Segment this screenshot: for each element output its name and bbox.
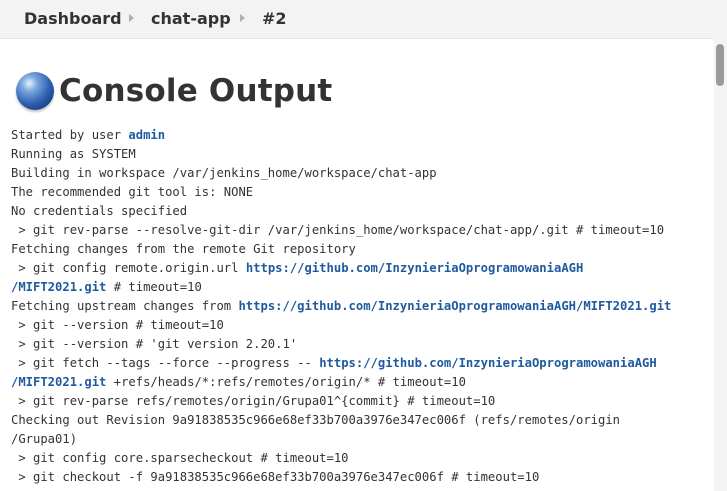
console-link[interactable]: /MIFT2021.git bbox=[11, 280, 106, 294]
console-link[interactable]: https://github.com/InzynieriaOprogramowa… bbox=[319, 356, 657, 370]
breadcrumb-build-2[interactable]: #2 bbox=[262, 9, 287, 28]
console-link[interactable]: /MIFT2021.git bbox=[11, 375, 106, 389]
console-text: /Grupa01) bbox=[11, 432, 78, 446]
vertical-scrollbar[interactable] bbox=[714, 38, 727, 491]
breadcrumb-dashboard[interactable]: Dashboard bbox=[24, 9, 122, 28]
console-line: Fetching changes from the remote Git rep… bbox=[11, 240, 711, 259]
console-link[interactable]: admin bbox=[128, 128, 165, 142]
console-text: > git checkout -f 9a91838535c966e68ef33b… bbox=[11, 470, 540, 484]
console-ball-icon bbox=[16, 72, 54, 110]
console-line: > git --version # 'git version 2.20.1' bbox=[11, 335, 711, 354]
breadcrumb: Dashboard chat-app #2 bbox=[0, 0, 727, 39]
breadcrumb-chat-app[interactable]: chat-app bbox=[151, 9, 231, 28]
console-text: +refs/heads/*:refs/remotes/origin/* # ti… bbox=[106, 375, 466, 389]
console-text: Fetching changes from the remote Git rep… bbox=[11, 242, 356, 256]
console-text: > git rev-parse --resolve-git-dir /var/j… bbox=[11, 223, 665, 237]
console-line: Building in workspace /var/jenkins_home/… bbox=[11, 164, 711, 183]
breadcrumb-separator-icon bbox=[129, 14, 134, 22]
console-text: # timeout=10 bbox=[106, 280, 202, 294]
console-line: Running as SYSTEM bbox=[11, 145, 711, 164]
console-line: No credentials specified bbox=[11, 202, 711, 221]
console-text: Running as SYSTEM bbox=[11, 147, 136, 161]
console-text: > git --version # 'git version 2.20.1' bbox=[11, 337, 298, 351]
scrollbar-thumb[interactable] bbox=[716, 44, 724, 86]
console-line: The recommended git tool is: NONE bbox=[11, 183, 711, 202]
console-text: > git config remote.origin.url bbox=[11, 261, 246, 275]
console-line: > git --version # timeout=10 bbox=[11, 316, 711, 335]
console-text: Building in workspace /var/jenkins_home/… bbox=[11, 166, 437, 180]
console-line: > git config remote.origin.url https://g… bbox=[11, 259, 711, 278]
console-line: Fetching upstream changes from https://g… bbox=[11, 297, 711, 316]
console-text: Checking out Revision 9a91838535c966e68e… bbox=[11, 413, 621, 427]
breadcrumb-separator-icon bbox=[240, 14, 245, 22]
console-line: Started by user admin bbox=[11, 126, 711, 145]
console-line: > git fetch --tags --force --progress --… bbox=[11, 354, 711, 373]
console-line: > git rev-parse refs/remotes/origin/Grup… bbox=[11, 392, 711, 411]
console-text: > git fetch --tags --force --progress -- bbox=[11, 356, 320, 370]
console-text: Started by user bbox=[11, 128, 129, 142]
console-link[interactable]: https://github.com/InzynieriaOprogramowa… bbox=[238, 299, 671, 313]
console-line: /MIFT2021.git # timeout=10 bbox=[11, 278, 711, 297]
console-text: No credentials specified bbox=[11, 204, 188, 218]
console-text: Fetching upstream changes from bbox=[11, 299, 239, 313]
console-text: The recommended git tool is: NONE bbox=[11, 185, 254, 199]
page-title: Console Output bbox=[16, 70, 332, 112]
console-line: > git rev-parse --resolve-git-dir /var/j… bbox=[11, 221, 711, 240]
console-line: > git config core.sparsecheckout # timeo… bbox=[11, 449, 711, 468]
page-title-text: Console Output bbox=[59, 73, 333, 109]
console-text: > git --version # timeout=10 bbox=[11, 318, 224, 332]
console-line: Checking out Revision 9a91838535c966e68e… bbox=[11, 411, 711, 430]
console-text: > git config core.sparsecheckout # timeo… bbox=[11, 451, 349, 465]
console-text: > git rev-parse refs/remotes/origin/Grup… bbox=[11, 394, 496, 408]
console-link[interactable]: https://github.com/InzynieriaOprogramowa… bbox=[246, 261, 584, 275]
console-line: /Grupa01) bbox=[11, 430, 711, 449]
console-output: Started by user admin Running as SYSTEM Bu… bbox=[11, 126, 711, 487]
console-line: /MIFT2021.git +refs/heads/*:refs/remotes… bbox=[11, 373, 711, 392]
console-line: > git checkout -f 9a91838535c966e68ef33b… bbox=[11, 468, 711, 487]
